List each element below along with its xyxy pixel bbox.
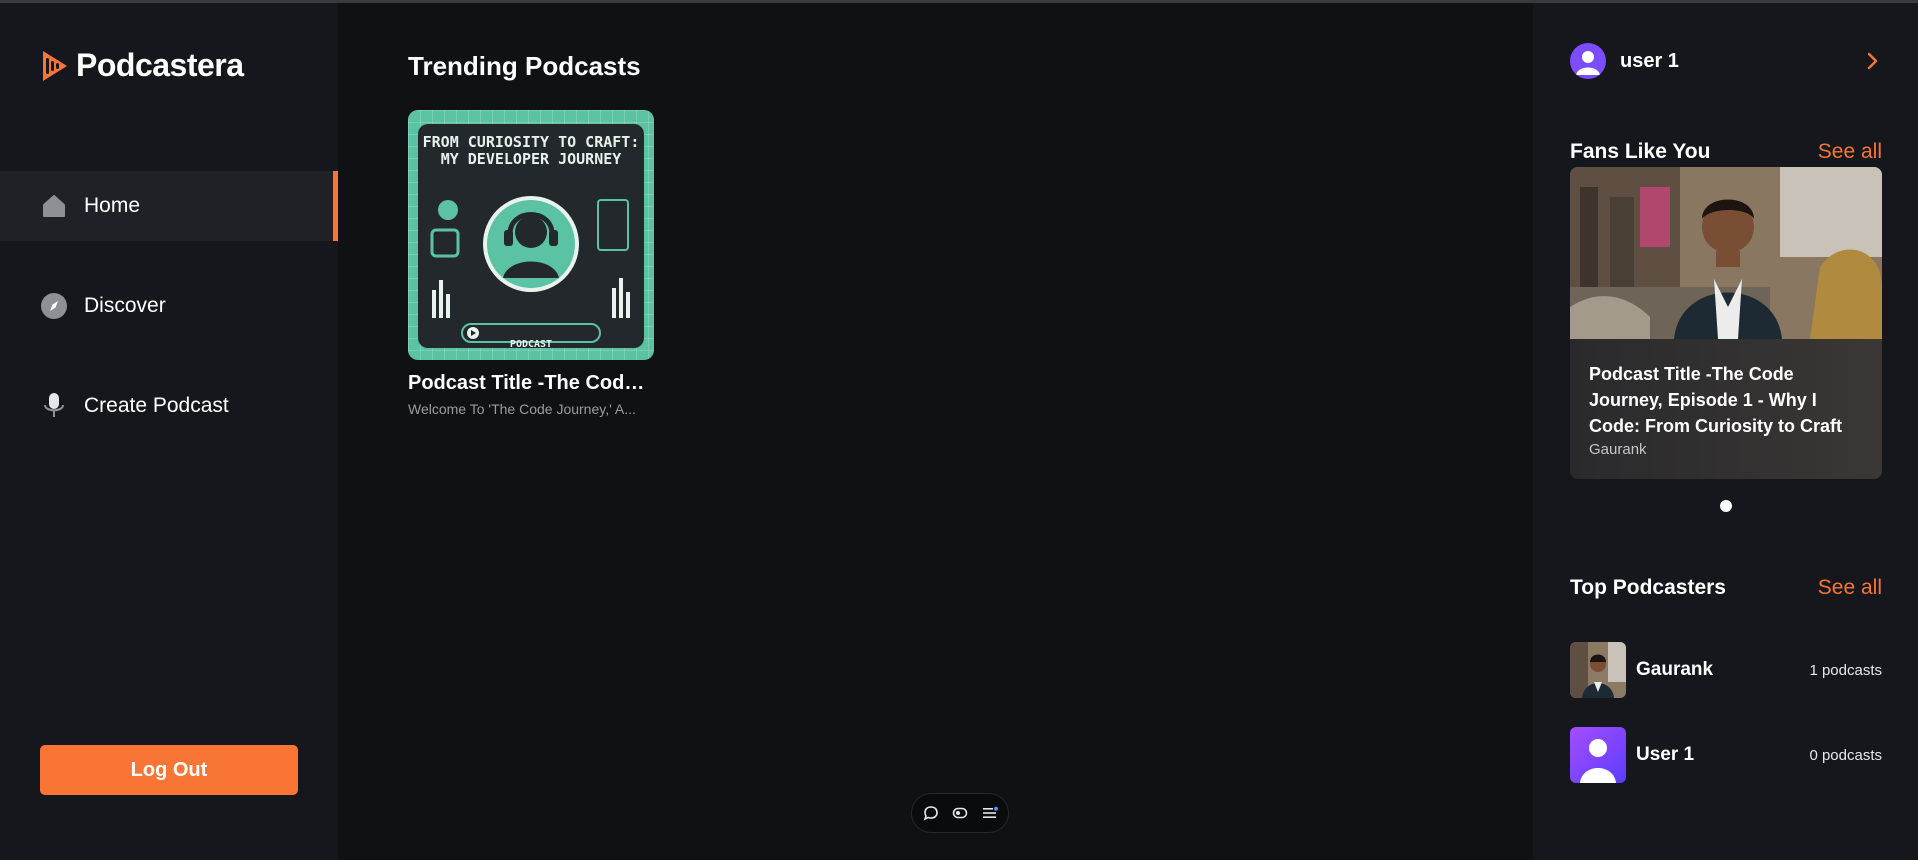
- fan-podcast-card[interactable]: Podcast Title -The Code Journey, Episode…: [1570, 167, 1882, 479]
- list-menu-icon[interactable]: [979, 802, 1001, 824]
- podcaster-row[interactable]: User 1 0 podcasts: [1570, 727, 1882, 783]
- podcast-cover-image: FROM CURIOSITY TO CRAFT: MY DEVELOPER JO…: [408, 110, 654, 360]
- main-content: Trending Podcasts FROM CURIOSITY TO CRAF…: [338, 3, 1533, 860]
- podcaster-count: 1 podcasts: [1809, 661, 1882, 679]
- fan-podcast-author: Gaurank: [1589, 441, 1647, 458]
- podcaster-name: Gaurank: [1636, 659, 1714, 680]
- home-icon: [40, 192, 68, 220]
- logout-button[interactable]: Log Out: [40, 745, 298, 795]
- nav-item-create-podcast[interactable]: Create Podcast: [0, 371, 338, 441]
- podcast-card[interactable]: FROM CURIOSITY TO CRAFT: MY DEVELOPER JO…: [408, 110, 654, 417]
- user-profile-link[interactable]: user 1: [1570, 41, 1882, 81]
- podcaster-name: User 1: [1636, 744, 1695, 765]
- nav-label-discover: Discover: [84, 294, 166, 317]
- cover-title-text: FROM CURIOSITY TO CRAFT: MY DEVELOPER JO…: [422, 133, 640, 168]
- trending-title: Trending Podcasts: [408, 51, 641, 81]
- logo-icon: [40, 49, 70, 83]
- carousel-dot[interactable]: [1720, 500, 1732, 512]
- podcast-description: Welcome To 'The Code Journey,' A...: [408, 401, 636, 417]
- fans-like-you-title: Fans Like You: [1570, 140, 1711, 163]
- chevron-right-icon[interactable]: [1862, 51, 1882, 71]
- user-avatar: [1570, 43, 1606, 79]
- fan-photo: [1570, 167, 1882, 339]
- cover-illustration: [430, 196, 630, 343]
- app-logo[interactable]: Podcastera: [40, 47, 244, 84]
- left-sidebar: Podcastera Home Discover Create Podcast …: [0, 3, 338, 860]
- podcaster-avatar: [1570, 642, 1626, 698]
- user-name: user 1: [1620, 49, 1679, 72]
- compass-icon: [40, 292, 68, 320]
- microphone-icon: [40, 392, 68, 420]
- podcast-title[interactable]: Podcast Title -The Code Journey: [408, 372, 654, 395]
- cover-badge: PODCAST: [509, 339, 553, 350]
- nav-label-create-podcast: Create Podcast: [84, 394, 229, 417]
- podcaster-count: 0 podcasts: [1809, 746, 1882, 764]
- podcaster-row[interactable]: Gaurank 1 podcasts: [1570, 642, 1882, 698]
- fan-card-info: Podcast Title -The Code Journey, Episode…: [1570, 339, 1882, 479]
- fans-see-all-link[interactable]: See all: [1818, 140, 1882, 164]
- floating-toolbar: [911, 793, 1009, 833]
- right-sidebar: user 1 Fans Like You See all Podcast Tit…: [1533, 3, 1918, 860]
- chat-bubble-icon[interactable]: [920, 802, 942, 824]
- nav-item-discover[interactable]: Discover: [0, 271, 338, 341]
- fan-podcast-title: Podcast Title -The Code Journey, Episode…: [1589, 364, 1843, 436]
- podcaster-avatar: [1570, 727, 1626, 783]
- eye-toggle-icon[interactable]: [949, 802, 971, 824]
- nav-label-home: Home: [84, 194, 141, 217]
- top-podcasters-title: Top Podcasters: [1570, 576, 1726, 599]
- nav-item-home[interactable]: Home: [0, 171, 338, 241]
- app-name: Podcastera: [76, 47, 244, 83]
- podcasters-see-all-link[interactable]: See all: [1818, 576, 1882, 600]
